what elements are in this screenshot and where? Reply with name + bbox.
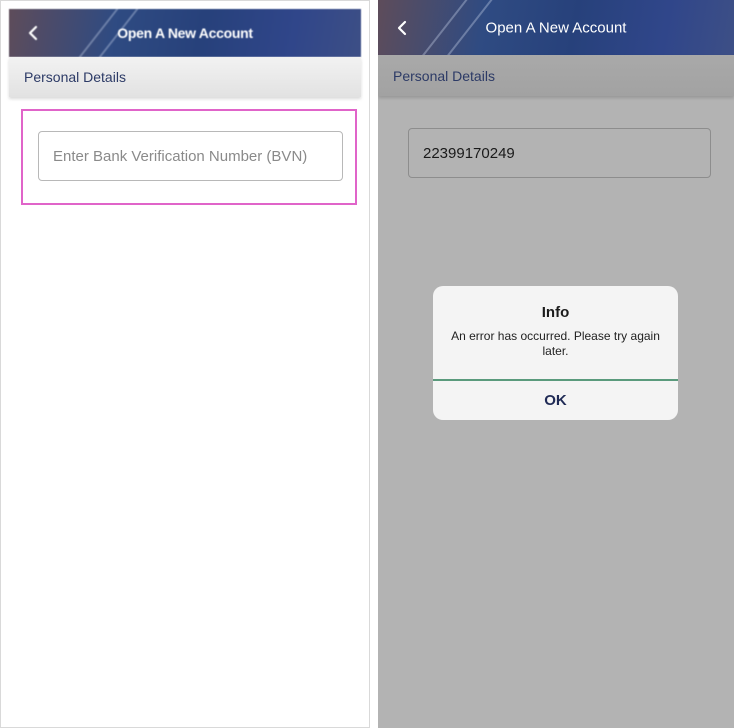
app-header: Open A New Account — [9, 9, 361, 57]
page-title: Open A New Account — [117, 25, 253, 41]
section-header: Personal Details — [378, 55, 734, 96]
section-label: Personal Details — [24, 69, 126, 85]
ok-button[interactable]: OK — [433, 381, 678, 420]
section-header: Personal Details — [9, 57, 361, 97]
screen-right: Open A New Account Personal Details Info… — [378, 0, 734, 728]
app-header: Open A New Account — [378, 0, 734, 55]
bvn-input[interactable] — [408, 128, 711, 178]
screen-left: Open A New Account Personal Details — [0, 0, 370, 728]
page-title: Open A New Account — [485, 19, 627, 36]
info-dialog: Info An error has occurred. Please try a… — [433, 286, 678, 420]
bvn-input[interactable] — [38, 131, 343, 181]
dialog-title: Info — [541, 304, 570, 321]
dialog-message: An error has occurred. Please try again … — [451, 329, 660, 358]
section-label: Personal Details — [393, 67, 495, 84]
